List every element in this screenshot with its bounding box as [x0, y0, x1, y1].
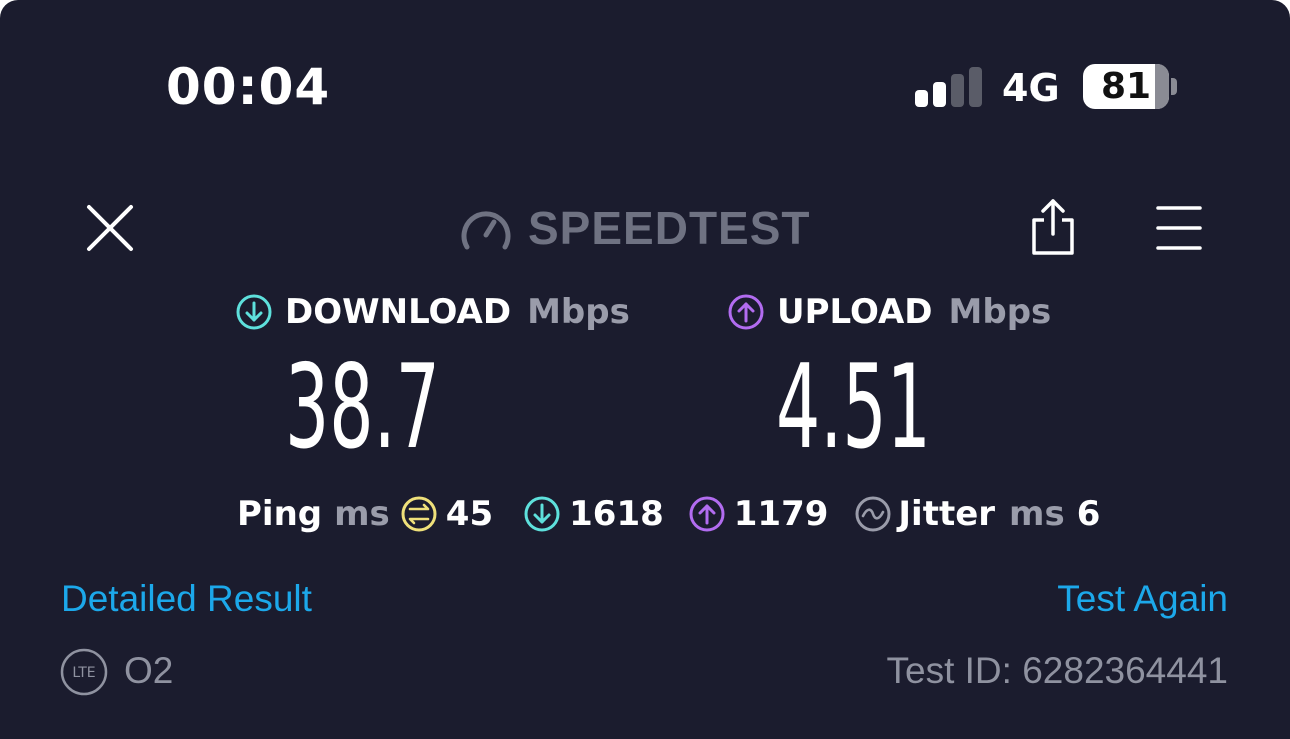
signal-bar	[933, 82, 946, 107]
jitter-unit: ms	[1009, 494, 1065, 534]
speedometer-icon	[461, 211, 511, 250]
lte-badge-icon: LTE	[60, 648, 108, 696]
upload-latency-icon	[689, 496, 725, 532]
battery-level: 81	[1100, 66, 1152, 107]
download-ping-value: 1618	[569, 494, 664, 534]
battery-icon: 81	[1083, 64, 1169, 109]
logo-text: SPEEDTEST	[528, 202, 811, 254]
test-again-link[interactable]: Test Again	[1057, 578, 1228, 620]
upload-ping-value: 1179	[733, 494, 829, 534]
upload-latency-group: 1179	[688, 494, 829, 534]
latency-stats: Ping ms 45 1618 1179 Jitter ms 6	[237, 490, 1100, 538]
signal-bar	[951, 74, 964, 107]
carrier-name: O2	[124, 650, 174, 691]
close-icon	[87, 205, 133, 251]
share-icon	[1032, 199, 1074, 255]
jitter-value: 6	[1076, 494, 1101, 534]
download-latency-group: 1618	[523, 494, 664, 534]
upload-unit: Mbps	[948, 292, 1052, 332]
upload-label: UPLOAD	[777, 292, 933, 332]
upload-arrow-icon	[728, 294, 764, 330]
jitter-icon	[855, 496, 891, 532]
download-latency-icon	[524, 496, 560, 532]
ping-group: Ping ms 45	[237, 494, 493, 534]
speedtest-result-screen: 00:04 4G 81 SPEEDTEST DOWNLOAD Mbps 38.7…	[0, 0, 1290, 739]
download-label: DOWNLOAD	[285, 292, 512, 332]
download-arrow-icon	[236, 294, 272, 330]
detailed-result-link[interactable]: Detailed Result	[61, 578, 312, 620]
idle-latency-icon	[401, 496, 437, 532]
jitter-group: Jitter ms 6	[854, 494, 1100, 534]
download-unit: Mbps	[527, 292, 630, 332]
close-button[interactable]	[84, 202, 136, 254]
upload-speed-value: 4.51	[776, 340, 931, 475]
download-speed-value: 38.7	[285, 340, 440, 475]
lte-badge-text: LTE	[72, 665, 95, 681]
ping-label: Ping	[237, 494, 323, 534]
status-time: 00:04	[166, 58, 331, 116]
upload-header: UPLOAD Mbps	[727, 290, 1051, 334]
signal-strength-icon	[915, 67, 985, 107]
network-type: 4G	[1002, 66, 1060, 110]
menu-icon	[1156, 206, 1202, 250]
signal-bar	[969, 67, 982, 107]
battery-tip	[1171, 78, 1177, 95]
signal-bar	[915, 90, 928, 107]
idle-ping-value: 45	[445, 494, 494, 534]
speedtest-logo: SPEEDTEST	[460, 200, 811, 256]
test-id: Test ID: 6282364441	[886, 650, 1228, 691]
ping-unit: ms	[334, 494, 390, 534]
menu-button[interactable]	[1155, 204, 1203, 252]
jitter-label: Jitter	[898, 494, 996, 534]
share-button[interactable]	[1030, 198, 1076, 256]
download-header: DOWNLOAD Mbps	[235, 290, 630, 334]
